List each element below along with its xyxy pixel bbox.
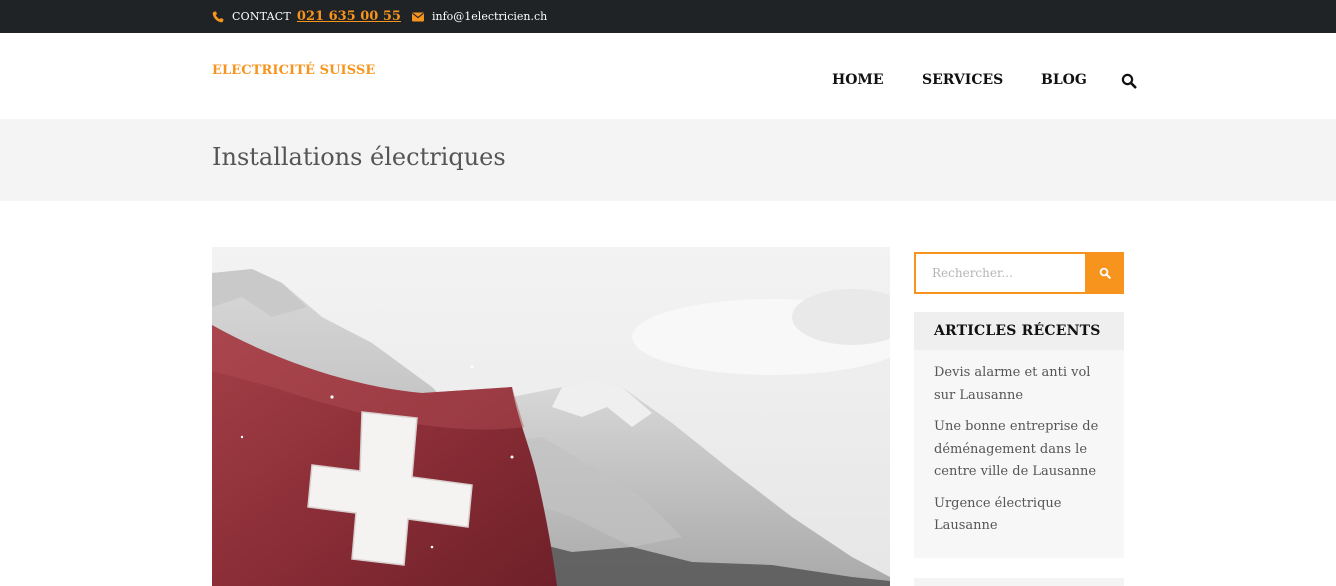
nav-home[interactable]: HOME [832, 72, 884, 88]
site-header: ELECTRICITÉ SUISSE HOME SERVICES BLOG [0, 33, 1336, 119]
contact-label: CONTACT [232, 10, 291, 23]
search-icon [1099, 267, 1111, 279]
page-title-band: Installations électriques [0, 119, 1336, 201]
nav-services[interactable]: SERVICES [922, 72, 1003, 88]
page-title: Installations électriques [212, 143, 506, 171]
phone-icon [212, 10, 224, 23]
list-item: Urgence électrique Lausanne [934, 493, 1110, 538]
recent-article-link[interactable]: Urgence électrique Lausanne [934, 493, 1110, 538]
next-widget [914, 578, 1124, 586]
search-input[interactable] [914, 252, 1085, 294]
recent-articles-list: Devis alarme et anti vol sur Lausanne Un… [914, 350, 1124, 538]
list-item: Une bonne entreprise de déménagement dan… [934, 416, 1110, 484]
email-text[interactable]: info@1electricien.ch [432, 10, 547, 23]
recent-articles-widget: ARTICLES RÉCENTS Devis alarme et anti vo… [914, 312, 1124, 558]
envelope-icon [412, 12, 424, 22]
list-item: Devis alarme et anti vol sur Lausanne [934, 362, 1110, 407]
phone-link[interactable]: 021 635 00 55 [297, 9, 401, 24]
widget-header: ARTICLES RÉCENTS [914, 312, 1124, 350]
top-bar: CONTACT 021 635 00 55 info@1electricien.… [0, 0, 1336, 33]
search-button[interactable] [1085, 252, 1124, 294]
widget-title: ARTICLES RÉCENTS [934, 323, 1101, 339]
recent-article-link[interactable]: Devis alarme et anti vol sur Lausanne [934, 362, 1110, 407]
nav-blog[interactable]: BLOG [1041, 72, 1087, 88]
contact-info: CONTACT 021 635 00 55 [212, 0, 401, 33]
sidebar-search [914, 252, 1124, 294]
site-logo[interactable]: ELECTRICITÉ SUISSE [212, 63, 375, 78]
recent-article-link[interactable]: Une bonne entreprise de déménagement dan… [934, 416, 1110, 484]
swiss-flag-mountains-image [212, 247, 890, 586]
featured-image [212, 247, 890, 586]
search-icon[interactable] [1121, 73, 1137, 89]
email-info: info@1electricien.ch [412, 0, 547, 33]
